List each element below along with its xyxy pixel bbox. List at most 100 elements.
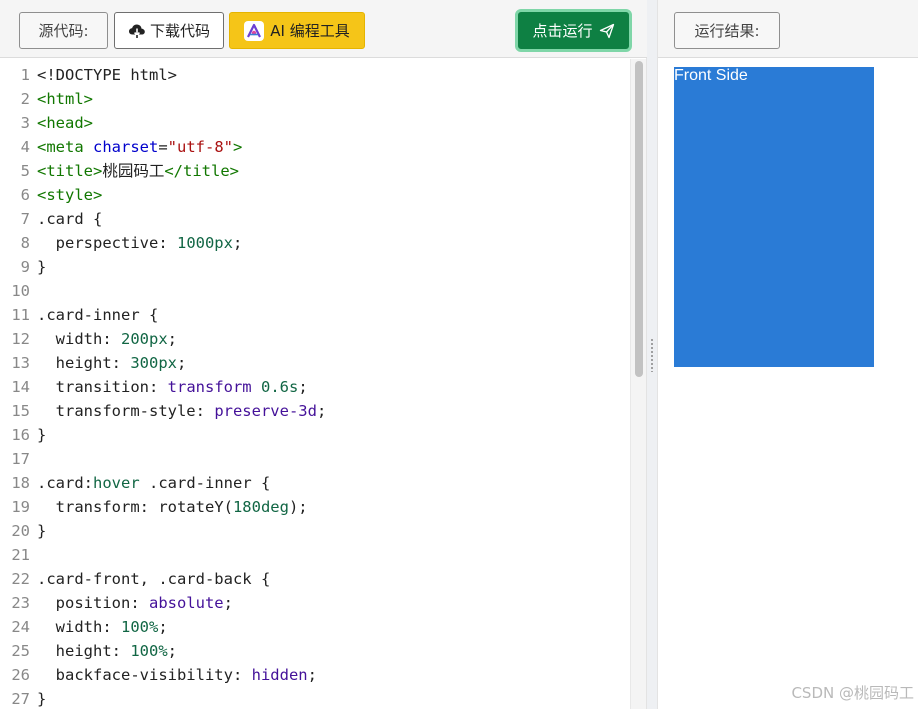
code-token: 180deg: [232, 498, 289, 516]
line-number: 19: [11, 498, 30, 516]
code-token: "utf-8": [167, 138, 233, 156]
source-code-label: 源代码:: [38, 22, 89, 40]
download-code-label: 下载代码: [149, 22, 210, 40]
code-token: charset: [93, 138, 159, 156]
line-number: 16: [11, 426, 30, 444]
code-editor[interactable]: 1 2 3 4 5 6 7 8 9 10 11 12 13 14 15 16 17 18 19 20 21 22 23 24 2…: [0, 59, 646, 709]
code-line: }: [37, 423, 629, 447]
code-line: <title>桃园码工</title>: [37, 159, 629, 183]
code-token: 0.6s: [261, 378, 299, 396]
code-line: perspective: 1000px;: [37, 231, 629, 255]
code-token: ;: [167, 642, 177, 660]
line-number: 2: [20, 90, 30, 108]
line-number: 11: [11, 306, 30, 324]
code-token: .card-inner {: [37, 306, 159, 324]
code-token: ;: [223, 594, 233, 612]
ai-tool-logo-icon: [244, 20, 265, 41]
result-preview: Front Side: [658, 59, 918, 709]
editor-scrollbar[interactable]: [630, 59, 646, 709]
line-number: 1: [20, 66, 30, 84]
splitter-grip-icon[interactable]: [650, 338, 654, 372]
line-number: 27: [11, 690, 30, 708]
code-token: <style>: [37, 186, 103, 204]
code-token: <!DOCTYPE html>: [37, 66, 177, 84]
run-button[interactable]: 点击运行: [515, 9, 632, 52]
code-token: }: [37, 522, 47, 540]
code-token: }: [37, 690, 47, 708]
code-token: ;: [167, 330, 178, 348]
code-token: .card-front, .card-back {: [37, 570, 271, 588]
line-number-gutter: 1 2 3 4 5 6 7 8 9 10 11 12 13 14 15 16 17 18 19 20 21 22 23 24 2…: [0, 59, 33, 709]
code-line: .card-front, .card-back {: [37, 567, 629, 591]
code-line: .card {: [37, 207, 629, 231]
code-token: hover: [93, 474, 140, 492]
code-line: <html>: [37, 87, 629, 111]
code-playground: 源代码: 下载代码 AI 编程工具 点击运行 1 2 3 4 5 6 7 8 9…: [0, 0, 918, 709]
code-token: transform: [167, 378, 252, 396]
code-token: <title>: [37, 162, 103, 180]
code-token: hidden: [251, 666, 308, 684]
line-number: 9: [20, 258, 30, 276]
code-token: ;: [158, 618, 168, 636]
source-pane: 源代码: 下载代码 AI 编程工具 点击运行 1 2 3 4 5 6 7 8 9…: [0, 0, 647, 709]
code-token: perspective:: [37, 234, 177, 252]
code-token: );: [288, 498, 308, 516]
code-token: 桃园码工: [102, 162, 165, 180]
ai-tool-button[interactable]: AI 编程工具: [229, 12, 365, 49]
code-token: <html>: [37, 90, 93, 108]
code-token: }: [37, 426, 47, 444]
code-line: height: 300px;: [37, 351, 629, 375]
code-token: .card:: [37, 474, 93, 492]
code-token: ;: [316, 402, 327, 420]
code-token: ;: [177, 354, 187, 372]
result-pane: 运行结果: Front Side: [657, 0, 918, 709]
run-result-label: 运行结果:: [694, 22, 760, 40]
line-number: 12: [11, 330, 30, 348]
source-toolbar: 源代码: 下载代码 AI 编程工具 点击运行: [0, 0, 647, 58]
code-token: }: [37, 258, 47, 276]
line-number: 23: [11, 594, 30, 612]
source-code-button[interactable]: 源代码:: [19, 12, 108, 49]
code-token: position:: [37, 594, 149, 612]
card-front[interactable]: Front Side: [674, 67, 874, 367]
watermark: CSDN @桃园码工: [791, 684, 914, 702]
code-line: }: [37, 687, 629, 709]
code-token: .card {: [37, 210, 103, 228]
run-result-button[interactable]: 运行结果:: [674, 12, 780, 49]
line-number: 6: [20, 186, 30, 204]
code-token: <head>: [37, 114, 93, 132]
line-number: 20: [11, 522, 30, 540]
code-token: >: [233, 138, 243, 156]
code-token: =: [158, 138, 168, 156]
code-token: absolute: [148, 594, 224, 612]
code-line: .card:hover .card-inner {: [37, 471, 629, 495]
line-number: 15: [11, 402, 30, 420]
editor-scrollbar-thumb[interactable]: [635, 61, 643, 377]
line-number: 3: [20, 114, 30, 132]
code-line: backface-visibility: hidden;: [37, 663, 629, 687]
code-line: }: [37, 519, 629, 543]
result-toolbar: 运行结果:: [658, 0, 918, 58]
code-token: 1000px: [176, 234, 233, 252]
code-line: transition: transform 0.6s;: [37, 375, 629, 399]
code-token: 100%: [121, 618, 159, 636]
code-line: width: 200px;: [37, 327, 629, 351]
code-token: </title>: [164, 162, 239, 180]
code-token: 200px: [121, 330, 168, 348]
code-line: .card-inner {: [37, 303, 629, 327]
ai-tool-label: AI 编程工具: [270, 22, 350, 40]
code-token: backface-visibility:: [37, 666, 252, 684]
line-number: 18: [11, 474, 30, 492]
download-code-button[interactable]: 下载代码: [114, 12, 224, 49]
line-number: 25: [11, 642, 30, 660]
code-token: transition:: [37, 378, 168, 396]
line-number: 22: [11, 570, 30, 588]
code-line: position: absolute;: [37, 591, 629, 615]
pane-splitter[interactable]: [647, 0, 657, 709]
code-content[interactable]: <!DOCTYPE html> <html> <head> <meta charset…: [37, 63, 629, 709]
code-token: height:: [37, 642, 131, 660]
